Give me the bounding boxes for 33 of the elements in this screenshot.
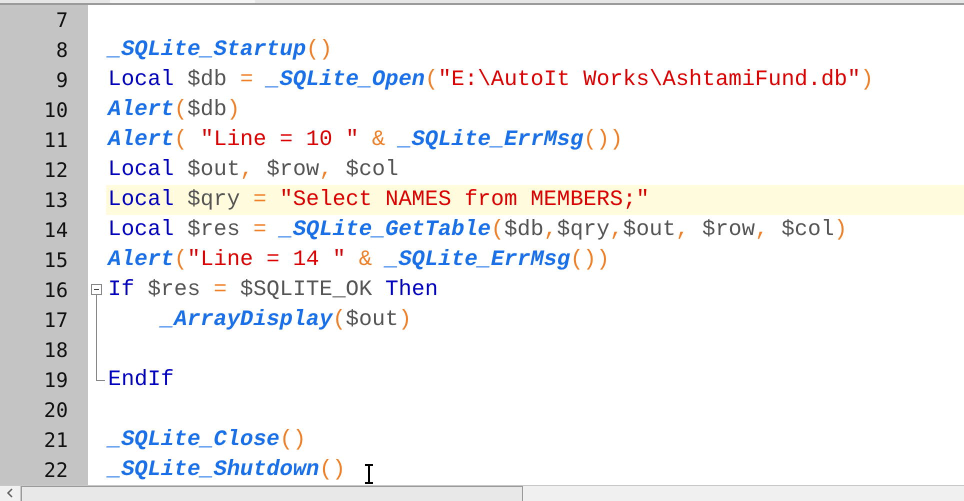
- line-number: 9: [54, 66, 69, 94]
- code-line: If $res = $SQLITE_OK Then: [107, 276, 438, 304]
- line-number: 11: [42, 126, 69, 154]
- code-line: _SQLite_Close(): [106, 426, 306, 454]
- line-number: 17: [42, 306, 69, 334]
- line-number: 12: [42, 156, 69, 184]
- code-line: EndIf: [107, 366, 174, 394]
- line-number: 10: [42, 96, 69, 124]
- line-number: 8: [54, 36, 69, 64]
- horizontal-scrollbar[interactable]: [0, 484, 964, 501]
- line-number: 13: [42, 186, 69, 214]
- scrollbar-thumb[interactable]: [21, 486, 523, 501]
- line-number: 16: [42, 276, 69, 304]
- code-line: Alert($db): [106, 96, 240, 124]
- text-cursor-icon: [364, 464, 374, 484]
- code-line: Local $db = _SQLite_Open("E:\AutoIt Works\AshtamiFund.db"): [107, 66, 874, 94]
- code-line: _SQLite_Startup(): [106, 36, 332, 64]
- code-line: _SQLite_Shutdown(): [106, 456, 346, 484]
- code-line: Local $out, $row, $col: [107, 156, 398, 184]
- fold-end-line: [96, 364, 105, 381]
- code-line: Alert("Line = 14 " & _SQLite_ErrMsg()): [106, 246, 610, 274]
- line-number: 22: [42, 456, 69, 484]
- collapse-icon[interactable]: [91, 284, 102, 305]
- code-line: Local $res = _SQLite_GetTable($db,$qry,$out, $row, $col): [107, 216, 848, 244]
- line-number: 18: [42, 336, 69, 364]
- line-number: 15: [42, 246, 69, 274]
- code-line: Alert( "Line = 10 " & _SQLite_ErrMsg()): [106, 126, 623, 154]
- line-number: 19: [42, 366, 69, 394]
- line-number: 14: [42, 216, 69, 244]
- line-number: 20: [42, 396, 69, 424]
- code-line: _ArrayDisplay($out): [158, 306, 412, 334]
- line-number: 21: [42, 426, 69, 454]
- line-number: 7: [54, 6, 69, 34]
